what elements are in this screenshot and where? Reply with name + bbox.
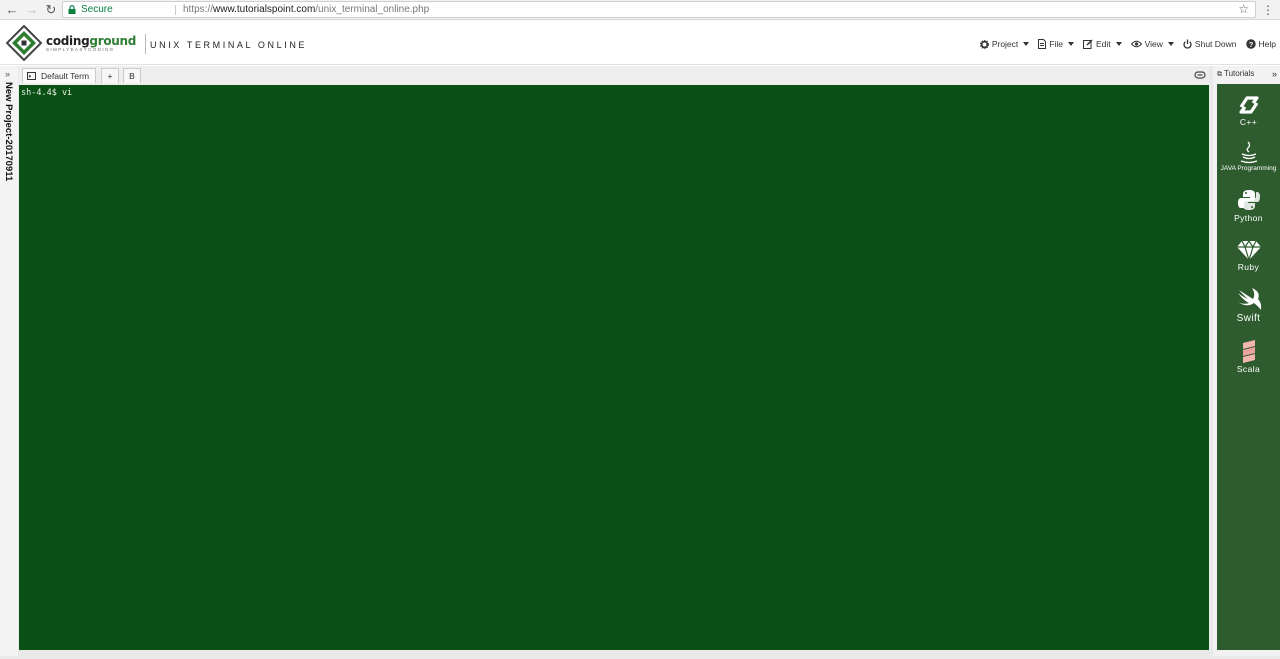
tutorials-panel: ⧉ Tutorials » C++ JAVA Programming Pytho… [1213, 66, 1280, 656]
secure-label: Secure [81, 4, 113, 15]
svg-text:?: ? [1248, 40, 1253, 49]
menu-help[interactable]: ? Help [1245, 39, 1276, 49]
header-divider [145, 34, 146, 54]
double-chevron-right-icon[interactable]: » [5, 69, 10, 79]
logo-tagline: SIMPLYEASYCODING [46, 47, 115, 52]
arrow-right-icon[interactable]: → [24, 2, 40, 18]
python-icon [1237, 190, 1260, 210]
double-chevron-right-icon: » [1271, 69, 1277, 79]
terminal-tabbar: Default Term + B [19, 66, 1209, 85]
bookmark-icon: ⧉ [1217, 71, 1222, 78]
cpp-icon [1238, 96, 1259, 114]
codingground-logo[interactable] [6, 25, 42, 61]
url-text[interactable]: https://www.tutorialspoint.com/unix_term… [183, 2, 429, 17]
add-tab-button[interactable]: + [101, 68, 119, 83]
chevron-down-icon [1023, 42, 1030, 46]
terminal-icon [27, 72, 36, 80]
tutorial-ruby[interactable]: Ruby [1217, 239, 1280, 272]
menu-edit[interactable]: Edit [1082, 39, 1122, 49]
scala-icon [1242, 340, 1255, 363]
chevron-down-icon [1067, 42, 1074, 46]
app-header: codingground SIMPLYEASYCODING UNIX TERMI… [0, 21, 1280, 65]
tab-default-term[interactable]: Default Term [22, 68, 96, 83]
gear-icon [979, 39, 989, 49]
tutorial-scala[interactable]: Scala [1217, 339, 1280, 374]
main-menu: Project File Edit View Shut Down ? Help [971, 37, 1276, 51]
project-sidebar: » New Project-20170911 [0, 66, 18, 656]
menu-project[interactable]: Project [979, 39, 1030, 49]
address-bar[interactable]: Secure https://www.tutorialspoint.com/un… [62, 1, 1256, 18]
tutorials-header[interactable]: ⧉ Tutorials » [1213, 66, 1280, 84]
terminal-prompt-line: sh-4.4$ vi [21, 88, 73, 98]
logo-wordmark: codingground [46, 34, 137, 48]
eye-icon [1130, 40, 1142, 48]
terminal-screen[interactable]: sh-4.4$ vi [19, 85, 1209, 650]
settings-icon[interactable] [1194, 69, 1206, 81]
lock-icon [68, 5, 76, 14]
chevron-down-icon [1167, 42, 1174, 46]
tutorials-list: C++ JAVA Programming Python Ruby Swift S… [1217, 84, 1280, 650]
tab-b[interactable]: B [123, 68, 141, 83]
tutorial-cpp[interactable]: C++ [1217, 94, 1280, 127]
chevron-down-icon [1115, 42, 1122, 46]
workspace: » New Project-20170911 Default Term + B … [0, 66, 1280, 659]
project-name[interactable]: New Project-20170911 [3, 82, 14, 181]
java-cup-icon [1240, 141, 1257, 164]
power-icon [1183, 39, 1192, 49]
tab-label: Default Term [41, 71, 90, 81]
arrow-left-icon[interactable]: ← [4, 2, 20, 18]
star-icon[interactable]: ☆ [1238, 2, 1249, 17]
tutorial-python[interactable]: Python [1217, 188, 1280, 223]
ruby-gem-icon [1236, 239, 1261, 261]
file-icon [1038, 39, 1047, 49]
tutorial-java[interactable]: JAVA Programming [1217, 140, 1280, 172]
menu-shutdown[interactable]: Shut Down [1183, 39, 1237, 49]
edit-icon [1082, 39, 1093, 49]
browser-toolbar: ← → ↻ Secure https://www.tutorialspoint.… [0, 0, 1280, 20]
reload-icon[interactable]: ↻ [43, 2, 59, 18]
swift-bird-icon [1237, 288, 1261, 310]
page-title: UNIX TERMINAL ONLINE [150, 40, 308, 50]
vertical-dots-icon[interactable]: ⋮ [1262, 2, 1274, 18]
menu-view[interactable]: View [1130, 39, 1174, 49]
address-divider [175, 5, 176, 15]
menu-file[interactable]: File [1038, 39, 1074, 49]
tutorial-swift[interactable]: Swift [1217, 288, 1280, 324]
help-icon: ? [1245, 39, 1256, 49]
